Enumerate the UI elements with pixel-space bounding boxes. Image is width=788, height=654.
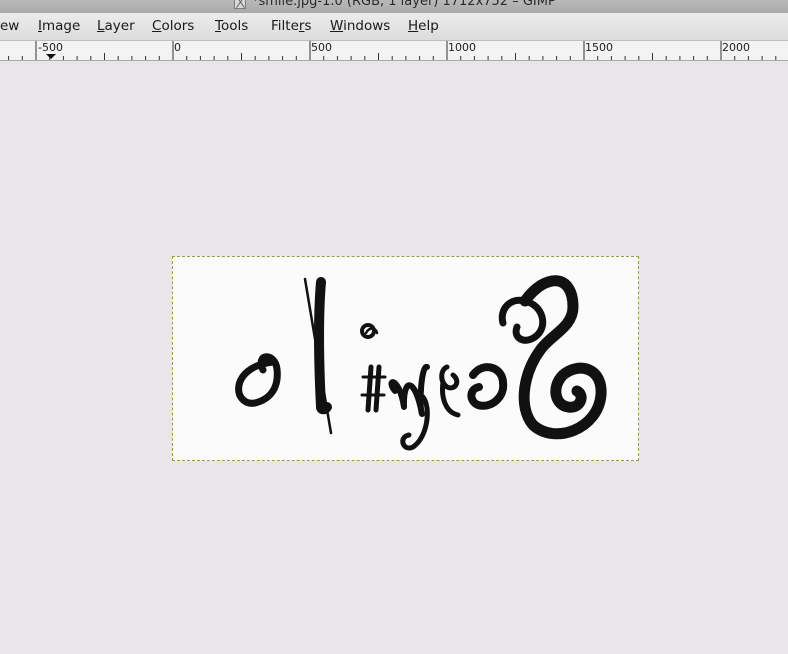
menu-windows[interactable]: Windows <box>330 18 390 34</box>
menu-help-mnemonic: H <box>408 18 419 34</box>
menu-layer-label: ayer <box>104 18 135 34</box>
ruler-ticks <box>8 41 777 60</box>
ruler-label: 1500 <box>585 41 613 54</box>
ruler-label: 0 <box>174 41 181 54</box>
menu-filters-prefix: Filte <box>271 18 299 34</box>
menu-help[interactable]: Help <box>408 18 439 34</box>
ruler-label: 2000 <box>722 41 750 54</box>
menu-windows-label: indows <box>343 18 391 34</box>
menu-image-label: mage <box>41 18 81 34</box>
menu-layer-mnemonic: L <box>97 18 105 34</box>
window-close-icon[interactable] <box>234 0 246 9</box>
menu-windows-mnemonic: W <box>330 18 344 34</box>
menu-colors-label: olors <box>161 18 195 34</box>
gimp-window: *smile.jpg-1.0 (RGB, 1 layer) 1712x752 –… <box>0 0 788 654</box>
title-bar: *smile.jpg-1.0 (RGB, 1 layer) 1712x752 –… <box>0 0 788 14</box>
canvas-area[interactable] <box>0 61 788 654</box>
menu-view[interactable]: ew <box>0 18 19 34</box>
ruler-label: 500 <box>311 41 332 54</box>
menu-tools-label: ools <box>220 18 249 34</box>
mirrored-smile-artwork <box>235 275 607 451</box>
ruler-pointer-marker <box>46 54 56 59</box>
menu-bar: ew Image Layer Colors Tools Filters Wind… <box>0 13 788 41</box>
ruler-label: 1000 <box>448 41 476 54</box>
menu-view-label: ew <box>0 18 20 34</box>
menu-help-label: elp <box>418 18 439 34</box>
menu-filters-label: s <box>304 18 312 34</box>
ruler-label: -500 <box>38 41 63 54</box>
menu-tools[interactable]: Tools <box>215 18 248 34</box>
menu-layer[interactable]: Layer <box>97 18 135 34</box>
window-title: *smile.jpg-1.0 (RGB, 1 layer) 1712x752 –… <box>252 0 556 9</box>
menu-image[interactable]: Image <box>38 18 80 34</box>
title-bar-content: *smile.jpg-1.0 (RGB, 1 layer) 1712x752 –… <box>234 0 556 9</box>
menu-filters[interactable]: Filters <box>271 18 312 34</box>
horizontal-ruler[interactable]: -500 0 500 1000 1500 2000 <box>0 41 788 61</box>
menu-colors[interactable]: Colors <box>152 18 194 34</box>
image-layer[interactable] <box>172 256 639 461</box>
